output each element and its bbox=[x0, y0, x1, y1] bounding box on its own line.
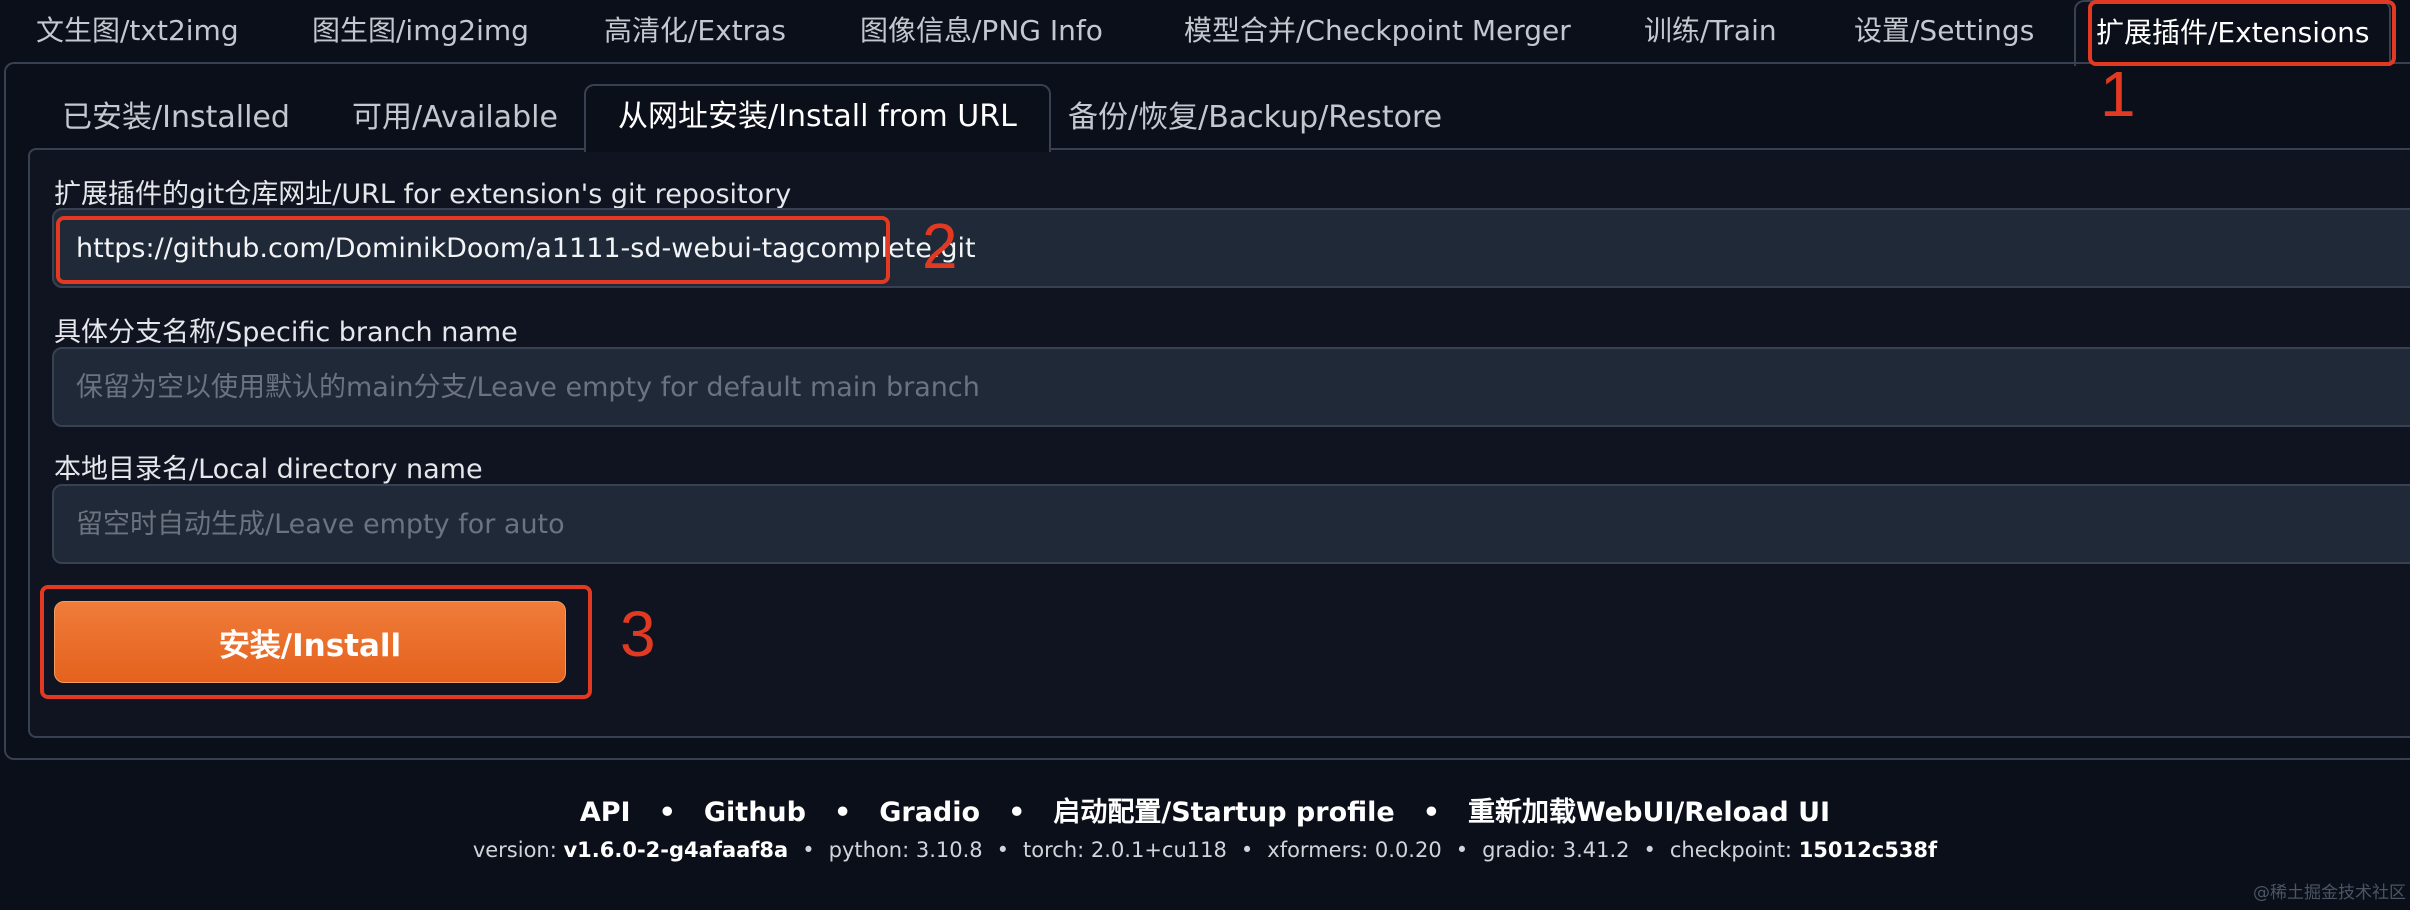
watermark: @稀土掘金技术社区 bbox=[2253, 883, 2406, 903]
footer-link-github[interactable]: Github bbox=[704, 797, 806, 828]
checkpoint-value: 15012c538f bbox=[1798, 838, 1938, 862]
url-field-label: 扩展插件的git仓库网址/URL for extension's git rep… bbox=[54, 179, 792, 210]
footer-version-separator: • bbox=[1455, 838, 1469, 862]
top-tab-bar: 文生图/txt2img 图生图/img2img 高清化/Extras 图像信息/… bbox=[0, 0, 2410, 66]
tab-settings[interactable]: 设置/Settings bbox=[1854, 0, 2034, 62]
annotation-number-1: 1 bbox=[2100, 58, 2136, 130]
footer-version-separator: • bbox=[996, 838, 1010, 862]
tab-txt2img[interactable]: 文生图/txt2img bbox=[36, 0, 239, 62]
gradio-key: gradio: bbox=[1482, 838, 1563, 862]
tab-checkpoint-merger[interactable]: 模型合并/Checkpoint Merger bbox=[1184, 0, 1571, 62]
footer-link-gradio[interactable]: Gradio bbox=[879, 797, 980, 828]
footer-link-startup-profile[interactable]: 启动配置/Startup profile bbox=[1053, 797, 1394, 828]
tab-extensions[interactable]: 扩展插件/Extensions bbox=[2074, 0, 2392, 66]
branch-input[interactable] bbox=[52, 347, 2410, 427]
directory-field-label: 本地目录名/Local directory name bbox=[54, 454, 483, 485]
subtab-installed[interactable]: 已安装/Installed bbox=[62, 87, 290, 149]
footer-separator: • bbox=[1008, 797, 1026, 828]
footer-version-separator: • bbox=[1643, 838, 1656, 862]
checkpoint-key: checkpoint: bbox=[1669, 838, 1799, 862]
torch-key: torch: bbox=[1023, 838, 1091, 862]
xformers-value: 0.0.20 bbox=[1374, 838, 1442, 862]
subtab-install-from-url[interactable]: 从网址安装/Install from URL bbox=[584, 84, 1051, 152]
footer-versions: version: v1.6.0-2-g4afaaf8a • python: 3.10… bbox=[0, 838, 2410, 862]
version-key: version: bbox=[472, 838, 564, 862]
python-value: 3.10.8 bbox=[915, 838, 983, 862]
python-key: python: bbox=[828, 838, 916, 862]
tab-extras[interactable]: 高清化/Extras bbox=[604, 0, 786, 62]
xformers-key: xformers: bbox=[1267, 838, 1375, 862]
footer-separator: • bbox=[1422, 797, 1440, 828]
subtab-available[interactable]: 可用/Available bbox=[352, 87, 558, 149]
footer-version-separator: • bbox=[1240, 838, 1254, 862]
install-button[interactable]: 安装/Install bbox=[54, 601, 566, 683]
tab-png-info[interactable]: 图像信息/PNG Info bbox=[860, 0, 1103, 62]
url-input[interactable] bbox=[52, 208, 2410, 288]
footer-separator: • bbox=[833, 797, 852, 828]
footer-version-separator: • bbox=[802, 838, 815, 862]
footer-links: API • Github • Gradio • 启动配置/Startup profile • 重… bbox=[0, 790, 2410, 829]
annotation-number-3: 3 bbox=[620, 598, 656, 670]
torch-value: 2.0.1+cu118 bbox=[1090, 838, 1227, 862]
branch-field-label: 具体分支名称/Specific branch name bbox=[54, 317, 518, 348]
version-value: v1.6.0-2-g4afaaf8a bbox=[563, 838, 789, 862]
annotation-number-2: 2 bbox=[922, 210, 958, 282]
footer-link-reload-ui[interactable]: 重新加载WebUI/Reload UI bbox=[1468, 797, 1830, 828]
tab-img2img[interactable]: 图生图/img2img bbox=[312, 0, 529, 62]
tab-train[interactable]: 训练/Train bbox=[1644, 0, 1777, 62]
footer-link-api[interactable]: API bbox=[580, 797, 631, 828]
gradio-value: 3.41.2 bbox=[1562, 838, 1630, 862]
directory-input[interactable] bbox=[52, 484, 2410, 564]
footer-separator: • bbox=[658, 797, 676, 828]
subtab-backup-restore[interactable]: 备份/恢复/Backup/Restore bbox=[1068, 87, 1442, 149]
